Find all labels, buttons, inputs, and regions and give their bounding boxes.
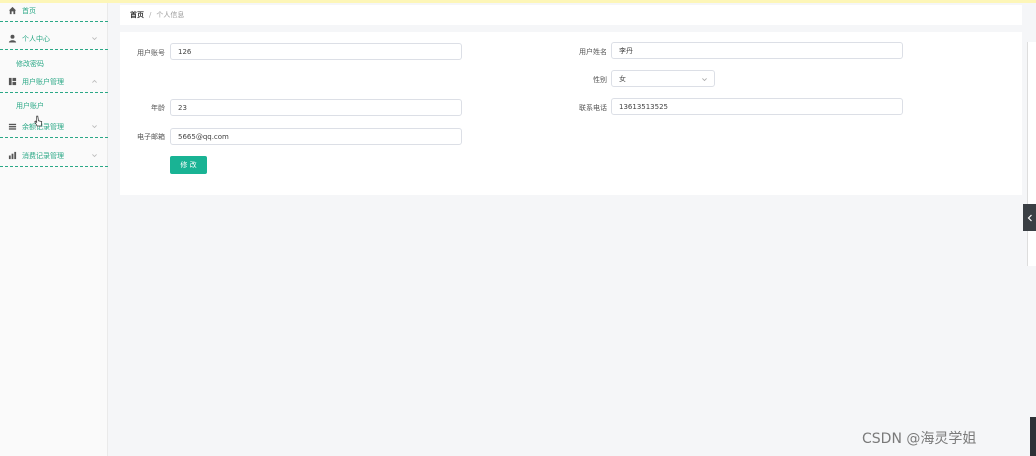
chevron-down-icon xyxy=(92,37,97,41)
collapse-panel-tab[interactable] xyxy=(1023,204,1036,231)
chevron-up-icon xyxy=(92,79,97,83)
chevron-down-icon xyxy=(92,125,97,129)
user-icon xyxy=(8,34,17,43)
home-icon xyxy=(8,6,17,15)
sidebar: 首页 个人中心 修改密码 用户账户管理 用户账户 余额记录管理 消费记录管理 xyxy=(0,0,108,456)
chevron-down-icon xyxy=(92,154,97,158)
edit-submit-button[interactable]: 修 改 xyxy=(170,156,207,174)
chevron-down-icon xyxy=(702,78,707,82)
sidebar-item-home[interactable]: 首页 xyxy=(0,0,108,22)
name-input[interactable]: 李丹 xyxy=(611,42,903,59)
sidebar-item-user-account-management[interactable]: 用户账户管理 xyxy=(0,71,108,93)
age-input[interactable]: 23 xyxy=(170,99,462,116)
bar-chart-icon xyxy=(8,151,17,160)
sidebar-item-label: 首页 xyxy=(22,6,36,15)
sidebar-subitem-change-password[interactable]: 修改密码 xyxy=(16,59,44,69)
sidebar-item-label: 消费记录管理 xyxy=(22,151,64,160)
email-label: 电子邮箱 xyxy=(137,133,165,141)
phone-label: 联系电话 xyxy=(579,104,607,112)
watermark: CSDN @海灵学姐 xyxy=(862,431,977,447)
gender-select[interactable]: 女 xyxy=(611,70,715,87)
sidebar-item-personal-center[interactable]: 个人中心 xyxy=(0,28,108,50)
grid-icon xyxy=(8,77,17,86)
gender-label: 性别 xyxy=(593,76,607,84)
top-highlight-line xyxy=(0,0,1036,3)
breadcrumb-separator: / xyxy=(149,11,152,19)
breadcrumb: 首页 / 个人信息 xyxy=(120,5,1022,25)
email-input[interactable]: 5665@qq.com xyxy=(170,128,462,145)
account-input[interactable]: 126 xyxy=(170,43,462,60)
chevron-left-icon xyxy=(1027,214,1032,221)
name-label: 用户姓名 xyxy=(579,48,607,56)
sidebar-item-label: 个人中心 xyxy=(22,34,50,43)
breadcrumb-home[interactable]: 首页 xyxy=(130,10,144,20)
right-bottom-edge xyxy=(1030,417,1036,456)
sidebar-item-label: 用户账户管理 xyxy=(22,77,64,86)
age-label: 年龄 xyxy=(151,104,165,112)
sidebar-subitem-user-account[interactable]: 用户账户 xyxy=(16,101,44,111)
sidebar-item-consumption-record-management[interactable]: 消费记录管理 xyxy=(0,145,108,167)
mouse-cursor-icon xyxy=(34,115,43,127)
profile-form-panel: 用户账号 126 用户姓名 李丹 性别 女 年龄 23 联系电话 1361351… xyxy=(120,32,1022,195)
account-label: 用户账号 xyxy=(137,49,165,57)
phone-input[interactable]: 13613513525 xyxy=(611,98,903,115)
gender-selected-value: 女 xyxy=(619,74,626,83)
sidebar-item-balance-record-management[interactable]: 余额记录管理 xyxy=(0,116,108,138)
right-side-panel-edge xyxy=(1027,42,1036,266)
breadcrumb-current: 个人信息 xyxy=(156,11,185,19)
list-icon xyxy=(8,122,17,131)
sidebar-item-label: 余额记录管理 xyxy=(22,122,64,131)
